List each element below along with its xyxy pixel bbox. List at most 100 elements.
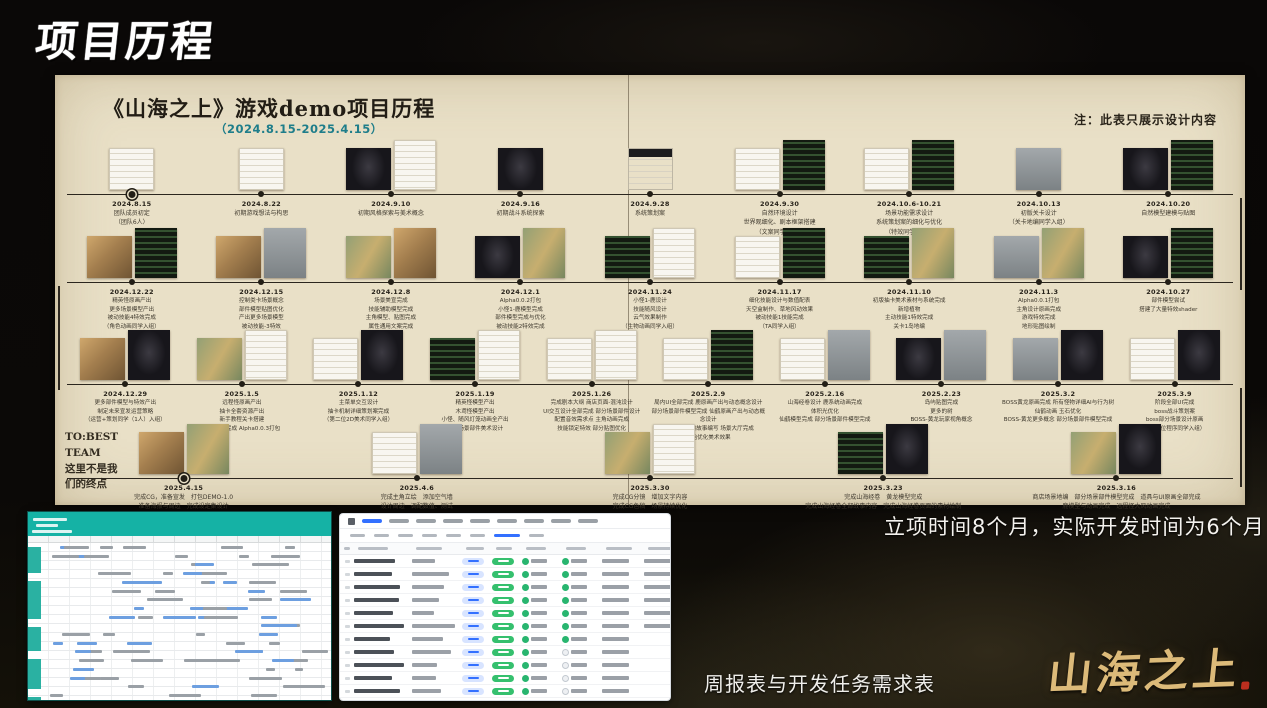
milestone-date: 2024.9.28 bbox=[585, 199, 715, 209]
table-tab bbox=[551, 519, 571, 523]
milestone-date: 2024.10.13 bbox=[974, 199, 1104, 209]
task-table-rows bbox=[340, 555, 670, 700]
milestone-thumbnail bbox=[394, 140, 436, 190]
milestone-date: 2024.8.22 bbox=[197, 199, 327, 209]
milestone-date: 2024.12.22 bbox=[67, 287, 197, 297]
timeline-dot bbox=[1036, 191, 1042, 197]
milestone-date: 2024.10.6-10.21 bbox=[844, 199, 974, 209]
milestone: 2025.1.26完成剧本大纲 商店页面-混沌设计UI交互设计全部完成 部分场景… bbox=[533, 328, 650, 442]
milestone-thumbnail bbox=[264, 228, 306, 278]
milestone-thumbnail bbox=[838, 432, 883, 474]
poster-title: 《山海之上》游戏demo项目历程 bbox=[103, 93, 435, 123]
slide-title: 项目历程 bbox=[33, 8, 219, 69]
task-row bbox=[340, 568, 670, 581]
milestone: 2024.12.1Alpha0.0.2打包小怪1-鹿模型完成部件模型完成与优化被… bbox=[456, 226, 586, 332]
milestone-caption: 2024.10.20自然模型建模与贴图 bbox=[1104, 195, 1234, 218]
milestone-caption: 2024.11.3Alpha0.0.1打包主角设计原画完成游戏特效完成地形贴图绘… bbox=[974, 283, 1104, 332]
milestone-thumbnail bbox=[735, 148, 780, 190]
milestone-date: 2024.8.15 bbox=[67, 199, 197, 209]
milestone-thumbnail bbox=[653, 424, 695, 474]
milestone: 2024.12.8场景美宣完成技能辅助模型完成主角模型、贴图完成属性通用文案完成 bbox=[326, 226, 456, 332]
timeline-dot bbox=[938, 381, 944, 387]
timeline-dot bbox=[517, 279, 523, 285]
timeline-dot bbox=[822, 381, 828, 387]
table-tool bbox=[374, 534, 389, 538]
milestone-thumbnail bbox=[420, 424, 462, 474]
task-table-toolbar bbox=[340, 529, 670, 543]
task-table-screenshot bbox=[340, 514, 670, 700]
milestone-date: 2025.2.9 bbox=[650, 389, 767, 399]
milestone-caption: 2025.3.23完成山海经卷 黄龙模型完成完成山海经卷全部故事内容 完成山海经… bbox=[767, 479, 1000, 512]
milestone-thumbnail bbox=[547, 338, 592, 380]
timeline-dot bbox=[1165, 191, 1171, 197]
milestone-thumbnail bbox=[109, 148, 154, 190]
table-tab bbox=[416, 519, 436, 523]
milestone-date: 2025.1.19 bbox=[417, 389, 534, 399]
task-row bbox=[340, 620, 670, 633]
milestone-date: 2024.10.27 bbox=[1104, 287, 1234, 297]
poster-note: 注：此表只展示设计内容 bbox=[1074, 111, 1217, 128]
milestone-thumbnail bbox=[478, 330, 520, 380]
milestone: 2025.3.2BOSS黄龙原画完成 所有怪物详细AI与行为树仙鹤动画 玉石优化… bbox=[1000, 328, 1117, 442]
timeline-dot bbox=[414, 475, 420, 481]
milestone: 2025.1.12主菜单交互设计抽卡机制详细策划案完成（第二位2D美术同学入组） bbox=[300, 328, 417, 442]
milestone-thumbnail bbox=[87, 236, 132, 278]
task-row bbox=[340, 646, 670, 659]
table-tool bbox=[494, 534, 520, 538]
milestone-thumbnail bbox=[912, 140, 954, 190]
milestone-thumbnail bbox=[187, 424, 229, 474]
milestone-date: 2024.10.20 bbox=[1104, 199, 1234, 209]
timeline-dot bbox=[1036, 279, 1042, 285]
milestone: 2024.9.30自然环境设计世界观细化、剧本框架搭建（文案同学入组） bbox=[715, 138, 845, 237]
milestone-thumbnail bbox=[783, 228, 825, 278]
milestone-date: 2025.3.2 bbox=[1000, 389, 1117, 399]
table-tool bbox=[446, 534, 461, 538]
timeline-dot bbox=[258, 279, 264, 285]
milestone-thumbnail bbox=[475, 236, 520, 278]
project-timeline-poster: 《山海之上》游戏demo项目历程 （2024.8.15-2025.4.15） 注… bbox=[55, 75, 1245, 505]
timeline-row: 2025.4.15完成CG，准备宣发 打包DEMO-1.0准备海报与周边 完成设… bbox=[67, 430, 1233, 512]
timeline-dot bbox=[1165, 279, 1171, 285]
milestone: 2024.9.10初期风格探索与美术概念 bbox=[326, 138, 456, 237]
table-tab bbox=[497, 519, 517, 523]
weekly-report-header bbox=[28, 512, 331, 536]
milestone-caption: 2024.12.29更多部件模型与特效产出制定未来宣发运营策略（运营+策划同学（… bbox=[67, 385, 184, 425]
milestone-thumbnail bbox=[372, 432, 417, 474]
task-row bbox=[340, 581, 670, 594]
milestone-thumbnail bbox=[1016, 148, 1061, 190]
timeline-dot bbox=[906, 279, 912, 285]
milestone-thumbnail bbox=[628, 148, 673, 190]
milestone-thumbnail bbox=[1178, 330, 1220, 380]
timeline-dot bbox=[258, 191, 264, 197]
task-row bbox=[340, 555, 670, 568]
milestone: 2024.11.10初版抽卡美术素材与系统完成新增植物主动技能1特效完成关卡1岛… bbox=[844, 226, 974, 332]
table-tab bbox=[470, 519, 490, 523]
milestone-thumbnail bbox=[735, 236, 780, 278]
milestone-thumbnail bbox=[346, 236, 391, 278]
milestone-thumbnail bbox=[239, 148, 284, 190]
milestone-date: 2025.1.5 bbox=[184, 389, 301, 399]
milestone-date: 2025.3.16 bbox=[1000, 483, 1233, 493]
game-logo-text: 山海之上 bbox=[1045, 644, 1243, 702]
milestone-date: 2024.11.10 bbox=[844, 287, 974, 297]
milestone: 2025.3.30完成CG分镜 增加文字内容完成CG色稿 场景持续优化 bbox=[533, 430, 766, 512]
milestone-caption: 2024.12.8场景美宣完成技能辅助模型完成主角模型、贴图完成属性通用文案完成 bbox=[326, 283, 456, 332]
milestone-date: 2025.2.23 bbox=[883, 389, 1000, 399]
milestone-caption: 2025.3.30完成CG分镜 增加文字内容完成CG色稿 场景持续优化 bbox=[533, 479, 766, 512]
milestone-caption: 2024.11.24小怪1-鹿设计技能随风设计云气效果制作（生物动画同学入组） bbox=[585, 283, 715, 332]
timeline-row: 2024.8.15团队成员初定（团队6人）2024.8.22初期游戏想法与构思2… bbox=[67, 138, 1233, 237]
milestone-date: 2024.12.15 bbox=[197, 287, 327, 297]
milestone-caption: 2025.2.16山海经卷设计 鹿系统动画完成体积光优化仙鹤模型完成 部分场景部… bbox=[767, 385, 884, 425]
milestone-thumbnail bbox=[245, 330, 287, 380]
table-tab bbox=[443, 519, 463, 523]
milestone-thumbnail bbox=[346, 148, 391, 190]
milestone-caption: 2024.9.10初期风格探索与美术概念 bbox=[326, 195, 456, 218]
timeline-dot bbox=[647, 191, 653, 197]
milestone-date: 2024.12.29 bbox=[67, 389, 184, 399]
milestone-thumbnail bbox=[595, 330, 637, 380]
milestone-thumbnail bbox=[1042, 228, 1084, 278]
milestone-thumbnail bbox=[663, 338, 708, 380]
table-tool bbox=[470, 534, 485, 538]
task-row bbox=[340, 607, 670, 620]
timeline-dot bbox=[239, 381, 245, 387]
